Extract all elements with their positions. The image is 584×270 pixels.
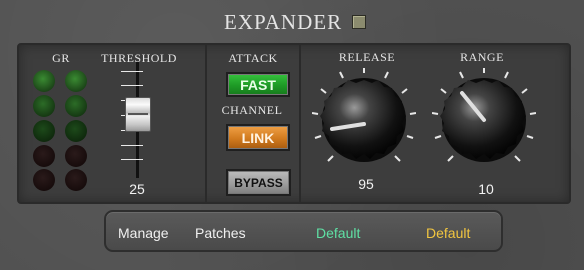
link-channel-button[interactable]: LINK <box>226 124 290 151</box>
controls-panel: GR THRESHOLD ATTACK CHANNEL RELEASE RANG… <box>17 43 571 204</box>
gr-led <box>65 70 87 92</box>
manage-button[interactable]: Manage <box>118 225 169 241</box>
panel-divider <box>205 45 207 202</box>
release-value: 95 <box>358 176 374 192</box>
release-knob[interactable] <box>312 68 416 172</box>
preset-a-selector[interactable]: Default <box>316 225 360 241</box>
gr-led <box>33 70 55 92</box>
bypass-button[interactable]: BYPASS <box>226 169 291 196</box>
range-value: 10 <box>478 181 494 197</box>
threshold-label: THRESHOLD <box>101 51 177 65</box>
power-toggle[interactable] <box>352 15 367 29</box>
release-label: RELEASE <box>338 50 396 64</box>
gr-led <box>65 145 87 167</box>
plugin-title: EXPANDER <box>224 9 343 34</box>
range-knob[interactable] <box>432 68 536 172</box>
patches-button[interactable]: Patches <box>195 225 246 241</box>
threshold-value: 25 <box>129 181 145 197</box>
gr-led <box>65 169 87 191</box>
gr-led <box>65 95 87 117</box>
gr-led <box>33 145 55 167</box>
fast-attack-button[interactable]: FAST <box>226 72 290 97</box>
gr-led <box>33 169 55 191</box>
gr-label: GR <box>52 51 70 65</box>
range-label: RANGE <box>460 50 504 64</box>
fader-handle[interactable] <box>125 97 151 132</box>
gr-led <box>65 120 87 142</box>
plugin-header: EXPANDER <box>224 9 367 35</box>
gr-led <box>33 95 55 117</box>
panel-divider <box>299 45 301 202</box>
patch-bar: Manage Patches Default Default <box>104 210 503 252</box>
gr-led <box>33 120 55 142</box>
preset-b-selector[interactable]: Default <box>426 225 470 241</box>
channel-label: CHANNEL <box>221 103 283 117</box>
attack-label: ATTACK <box>228 51 278 65</box>
